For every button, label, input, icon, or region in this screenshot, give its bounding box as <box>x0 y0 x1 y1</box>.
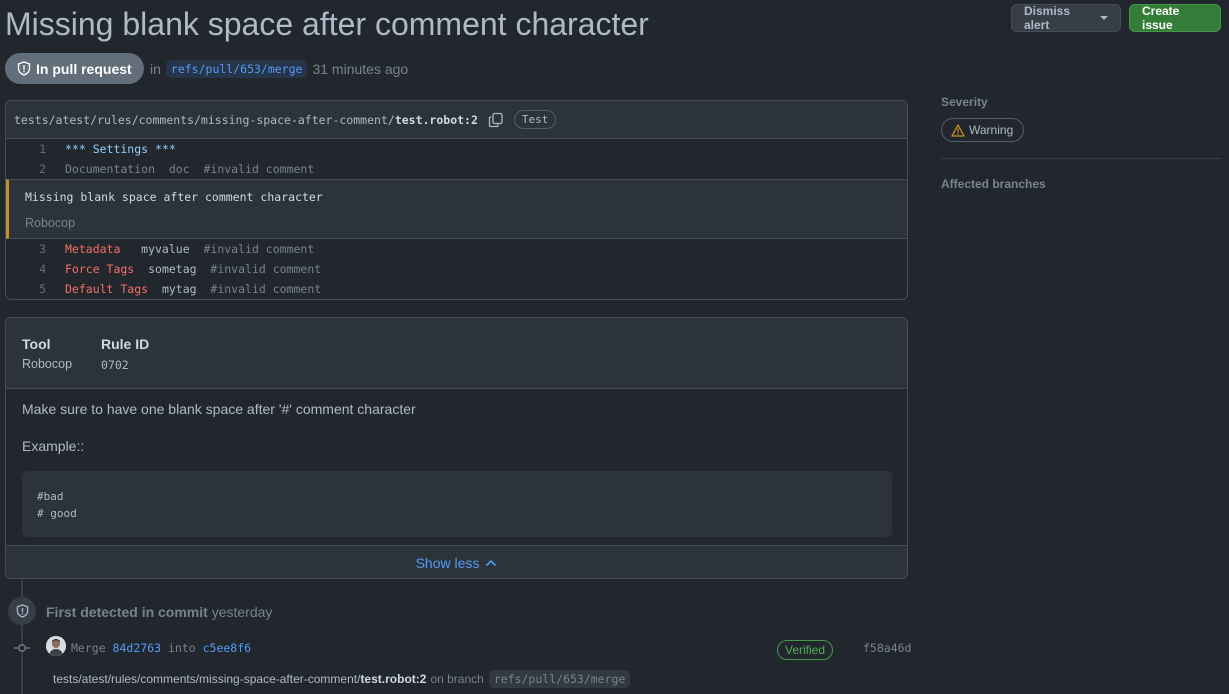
commit-merge: Merge <box>71 641 106 655</box>
tool-heading: Tool <box>22 336 51 352</box>
commit-sha-link[interactable]: f58a46d <box>863 641 911 655</box>
line-number: 2 <box>39 162 46 176</box>
first-detected-label: First detected in commit <box>46 604 208 620</box>
show-less-label: Show less <box>415 555 480 571</box>
status-badge: In pull request <box>5 53 144 84</box>
code-line: 1 *** Settings *** <box>6 139 907 159</box>
avatar[interactable] <box>46 636 66 656</box>
rule-example-label: Example:: <box>22 438 85 454</box>
inline-alert: Missing blank space after comment charac… <box>6 179 907 239</box>
location-on-branch: on branch <box>430 672 484 686</box>
rule-details: Tool Robocop Rule ID 0702 Make sure to h… <box>5 317 908 579</box>
code-text: *** Settings *** <box>65 142 176 156</box>
timeline-badge <box>8 597 36 625</box>
create-issue-label: Create issue <box>1142 4 1180 32</box>
code-lines-top: 1 *** Settings *** 2 Documentation doc #… <box>6 139 907 179</box>
location-path[interactable]: tests/atest/rules/comments/missing-space… <box>53 672 426 686</box>
avatar-image <box>46 636 66 656</box>
severity-value: Warning <box>969 123 1014 137</box>
example-line: #bad <box>37 490 64 503</box>
code-keyword: Default Tags <box>65 282 149 296</box>
rule-header: Tool Robocop Rule ID 0702 <box>6 318 907 389</box>
meta-in: in <box>150 61 161 77</box>
commit-to-link[interactable]: c5ee8f6 <box>203 641 251 655</box>
rule-body: Make sure to have one blank space after … <box>6 389 907 545</box>
location-file: test.robot:2 <box>360 672 427 686</box>
code-keyword: Documentation <box>65 162 156 176</box>
severity-heading: Severity <box>941 95 988 109</box>
alert-location: tests/atest/rules/comments/missing-space… <box>53 670 635 688</box>
rule-description: Make sure to have one blank space after … <box>22 401 416 417</box>
code-value: myvalue <box>120 242 190 256</box>
code-comment: #invalid comment <box>196 262 322 276</box>
ref-label[interactable]: refs/pull/653/merge <box>165 60 308 78</box>
shield-icon <box>17 61 31 76</box>
commit-message: Merge 84d2763 into c5ee8f6 <box>71 641 251 655</box>
alert-triangle-icon <box>951 123 965 137</box>
alert-meta: in refs/pull/653/merge 31 minutes ago <box>150 60 408 78</box>
dismiss-alert-label: Dismiss alert <box>1024 4 1071 32</box>
affected-branches-heading: Affected branches <box>941 177 1046 191</box>
file-path[interactable]: tests/atest/rules/comments/missing-space… <box>14 113 478 127</box>
location-dir: tests/atest/rules/comments/missing-space… <box>53 672 361 686</box>
meta-time: 31 minutes ago <box>312 61 409 77</box>
sidebar-divider <box>941 158 1222 159</box>
test-tag: Test <box>513 110 557 129</box>
show-less-button[interactable]: Show less <box>6 545 907 578</box>
code-value: sometag <box>134 262 197 276</box>
code-lines-bottom: 3 Metadata myvalue #invalid comment 4 Fo… <box>6 239 907 299</box>
code-value: doc <box>155 162 190 176</box>
code-value: mytag <box>148 282 197 296</box>
inline-alert-message: Missing blank space after comment charac… <box>25 190 323 204</box>
create-issue-button[interactable]: Create issue <box>1129 4 1221 32</box>
verified-badge[interactable]: Verified <box>777 640 834 660</box>
code-comment: #invalid comment <box>196 282 322 296</box>
dismiss-alert-button[interactable]: Dismiss alert <box>1011 4 1121 32</box>
code-header: tests/atest/rules/comments/missing-space… <box>6 101 907 139</box>
code-line: 5 Default Tags mytag #invalid comment <box>6 279 907 299</box>
inline-alert-tool: Robocop <box>25 216 76 230</box>
line-number: 3 <box>39 242 46 256</box>
code-line: 3 Metadata myvalue #invalid comment <box>6 239 907 259</box>
page-title: Missing blank space after comment charac… <box>5 6 649 42</box>
shield-icon <box>16 604 28 618</box>
file-path-dir: tests/atest/rules/comments/missing-space… <box>14 112 395 127</box>
tool-value: Robocop <box>22 357 73 371</box>
commit-from-link[interactable]: 84d2763 <box>113 641 161 655</box>
example-line: # good <box>37 507 77 520</box>
chevron-up-icon <box>486 559 497 567</box>
code-snippet: tests/atest/rules/comments/missing-space… <box>5 100 908 300</box>
code-line: 2 Documentation doc #invalid comment <box>6 159 907 179</box>
line-number: 4 <box>39 262 46 276</box>
commit-into: into <box>167 641 196 655</box>
caret-down-icon <box>1100 16 1108 20</box>
code-comment: #invalid comment <box>189 162 315 176</box>
file-path-file: test.robot:2 <box>394 112 478 127</box>
line-number: 5 <box>39 282 46 296</box>
line-number: 1 <box>39 142 46 156</box>
status-label: In pull request <box>36 60 132 77</box>
first-detected: First detected in commit yesterday <box>46 604 272 620</box>
first-detected-when: yesterday <box>211 604 273 620</box>
rule-id-value: 0702 <box>101 358 129 372</box>
code-keyword: Force Tags <box>65 262 135 276</box>
copy-icon[interactable] <box>488 112 504 128</box>
location-ref[interactable]: refs/pull/653/merge <box>488 670 631 688</box>
code-line: 4 Force Tags sometag #invalid comment <box>6 259 907 279</box>
code-keyword: Metadata <box>65 242 121 256</box>
code-comment: #invalid comment <box>189 242 315 256</box>
rule-example-code: #bad # good <box>22 471 892 537</box>
git-commit-icon <box>14 644 30 652</box>
rule-id-heading: Rule ID <box>101 336 150 352</box>
severity-badge: Warning <box>941 118 1025 142</box>
